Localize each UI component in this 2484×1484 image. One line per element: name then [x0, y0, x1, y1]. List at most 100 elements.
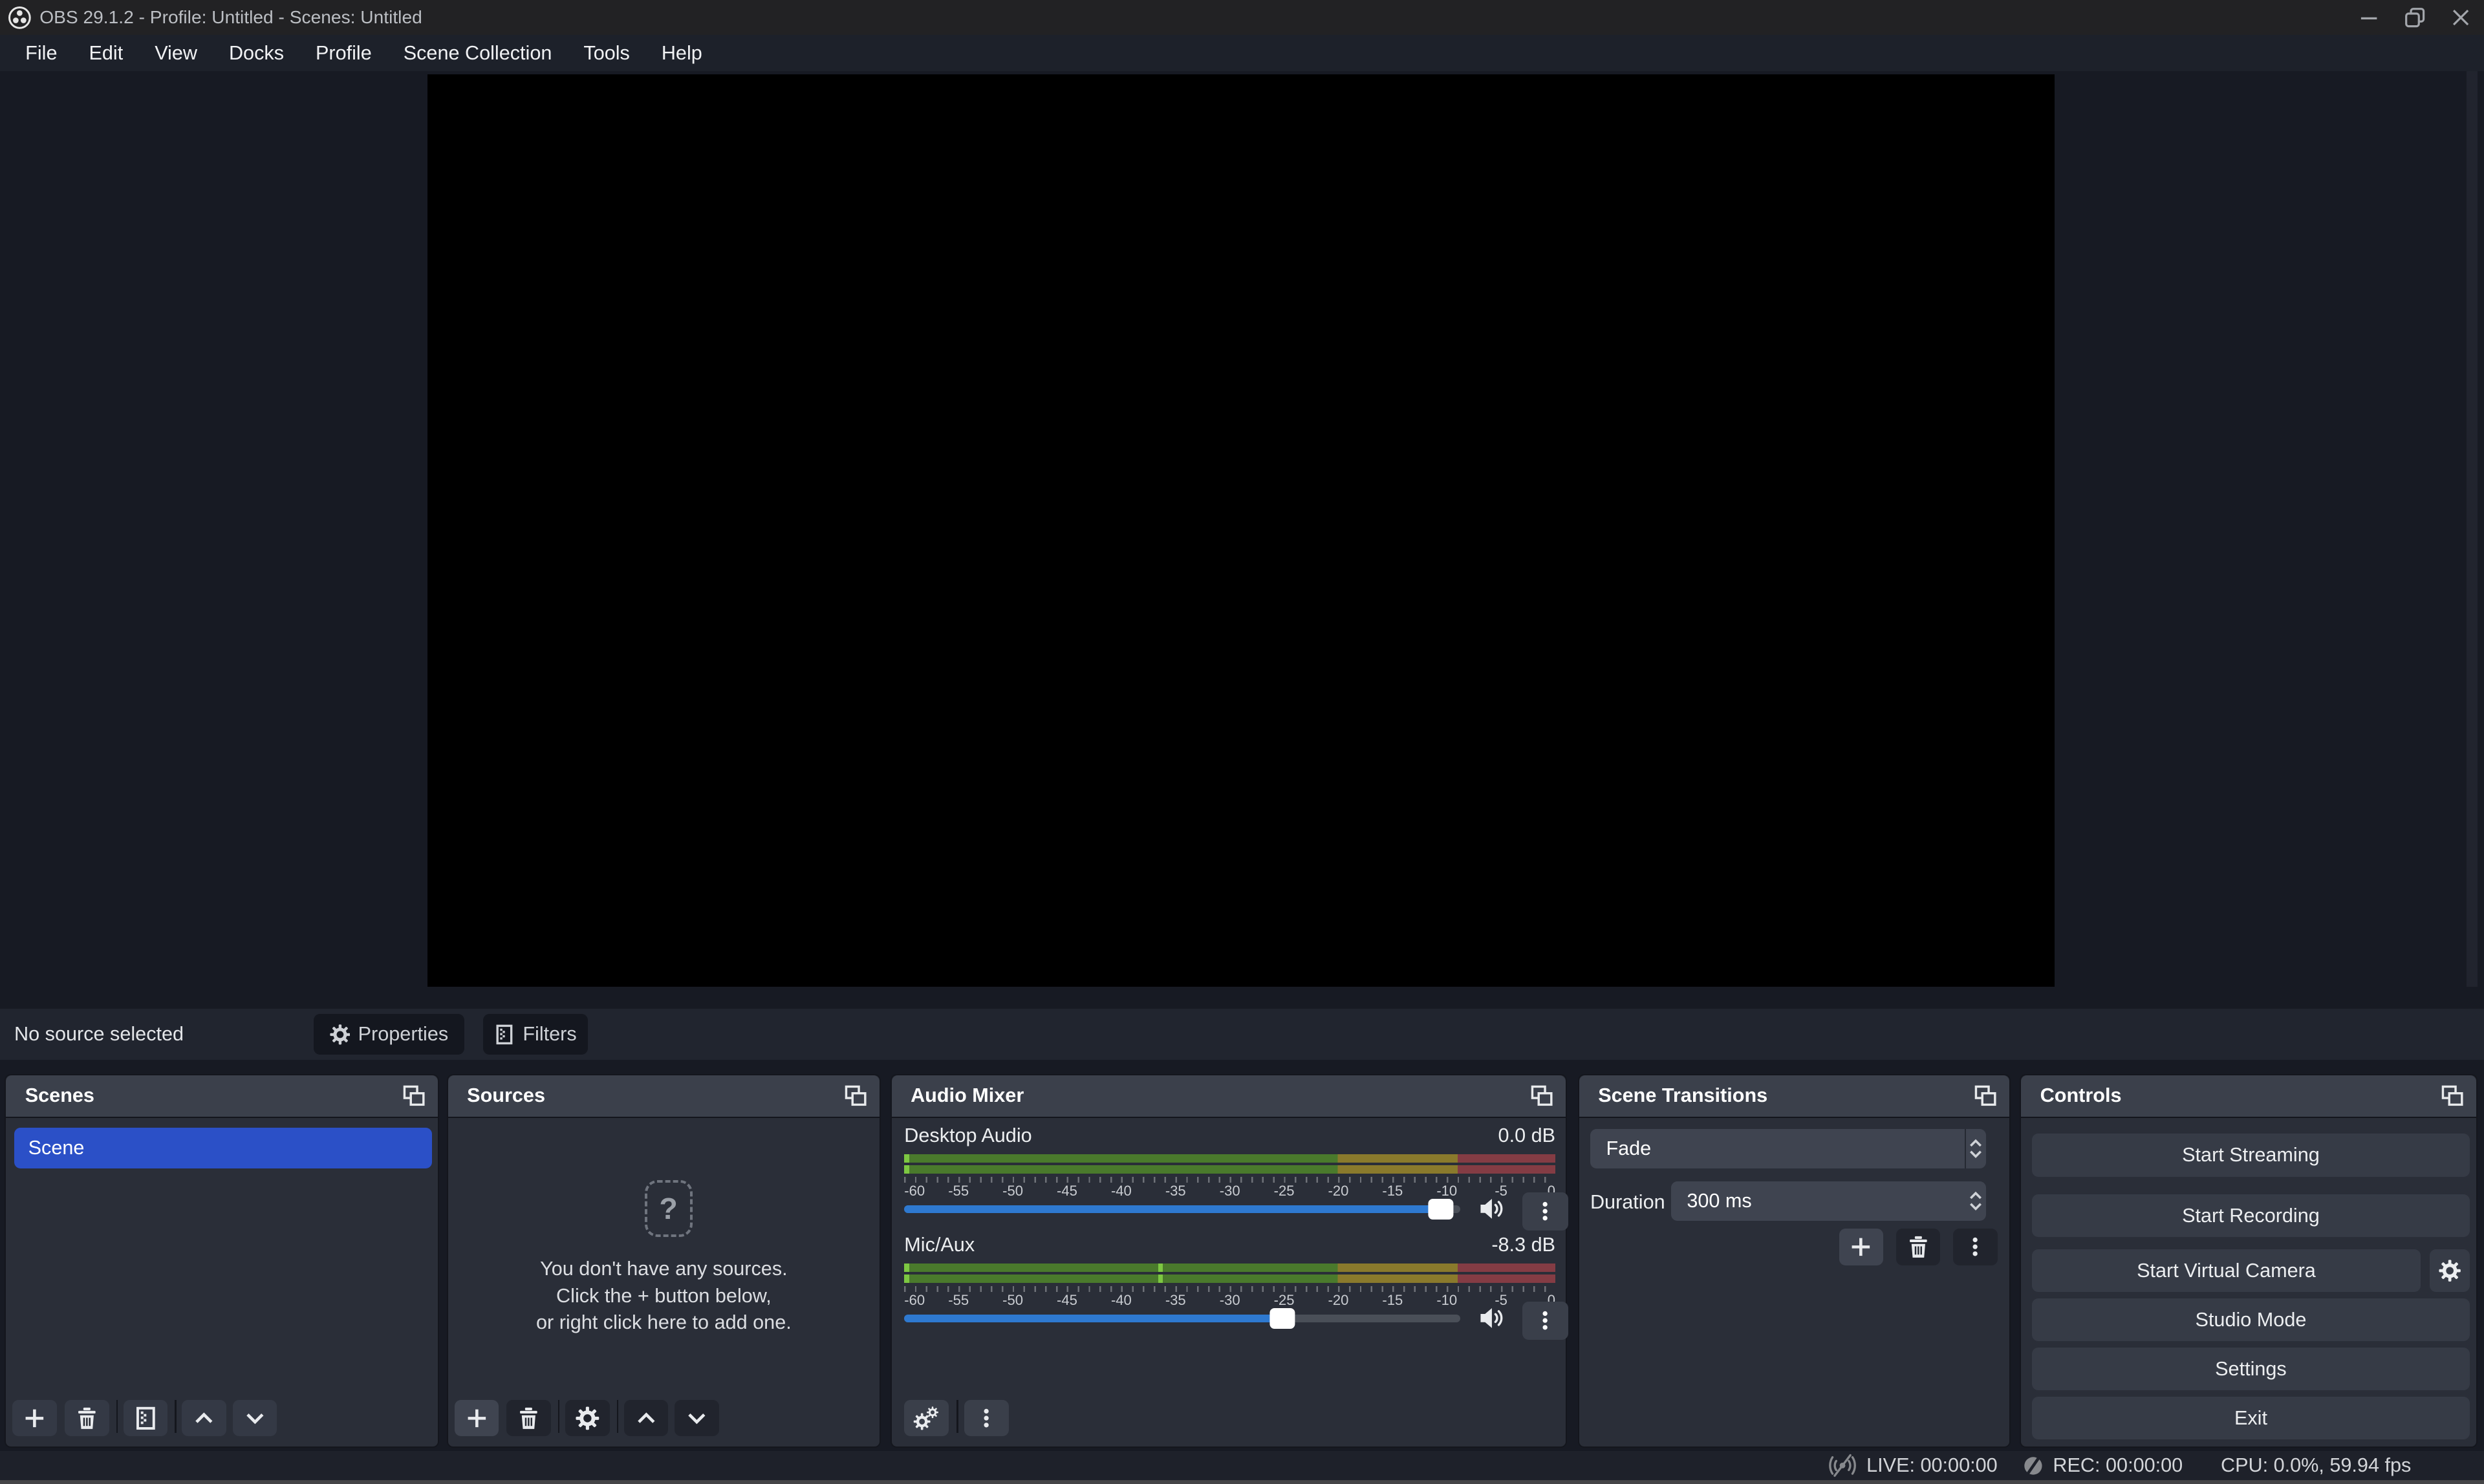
properties-label: Properties — [358, 1023, 449, 1046]
menu-profile[interactable]: Profile — [299, 35, 387, 71]
titlebar: OBS 29.1.2 - Profile: Untitled - Scenes:… — [0, 0, 2484, 35]
trash-icon — [1906, 1235, 1930, 1259]
volume-meter — [904, 1264, 1555, 1285]
scene-filters-button[interactable] — [124, 1400, 168, 1436]
source-toolbar: No source selected Properties Filters — [0, 1009, 2484, 1059]
mixer-menu-button[interactable] — [964, 1400, 1009, 1436]
popup-icon[interactable] — [2441, 1085, 2463, 1107]
controls-panel: Controls Start Streaming Start Recording… — [2020, 1074, 2478, 1448]
channel-name: Desktop Audio — [904, 1124, 1031, 1147]
start-recording-button[interactable]: Start Recording — [2032, 1194, 2469, 1237]
kebab-icon — [1534, 1200, 1556, 1222]
menu-tools[interactable]: Tools — [568, 35, 645, 71]
menu-docks[interactable]: Docks — [213, 35, 299, 71]
remove-transition-button[interactable] — [1896, 1229, 1941, 1265]
record-status-icon — [2023, 1456, 2044, 1476]
filters-icon — [494, 1024, 515, 1045]
mixer-channel-desktop-audio: Desktop Audio 0.0 dB -60-55-50-45-40-35-… — [904, 1124, 1555, 1234]
close-button[interactable] — [2438, 0, 2484, 35]
slider-handle[interactable] — [1428, 1199, 1453, 1220]
preview-area — [0, 71, 2484, 990]
scene-transitions-title: Scene Transitions — [1598, 1075, 1767, 1117]
gears-icon — [913, 1406, 940, 1430]
sources-panel: Sources ? You don't have any sources. Cl… — [447, 1074, 881, 1448]
popup-icon[interactable] — [403, 1085, 425, 1107]
add-scene-button[interactable] — [12, 1400, 57, 1436]
source-properties-button[interactable] — [565, 1400, 610, 1436]
transition-select[interactable]: Fade — [1590, 1129, 1986, 1168]
move-scene-up-button[interactable] — [182, 1400, 226, 1436]
channel-name: Mic/Aux — [904, 1234, 975, 1256]
volume-meter — [904, 1154, 1555, 1176]
gear-icon — [576, 1406, 599, 1430]
speaker-icon[interactable] — [1479, 1197, 1506, 1221]
source-status-text: No source selected — [14, 1009, 184, 1059]
trash-icon — [75, 1406, 99, 1430]
chevron-down-icon — [685, 1406, 709, 1430]
spinner-icon[interactable] — [1966, 1181, 1987, 1221]
controls-header: Controls — [2021, 1075, 2476, 1118]
filters-button[interactable]: Filters — [483, 1014, 588, 1055]
menu-view[interactable]: View — [139, 35, 213, 71]
kebab-icon — [1964, 1236, 1986, 1258]
plus-icon — [1849, 1235, 1873, 1259]
popup-icon[interactable] — [1974, 1085, 1996, 1107]
remove-source-button[interactable] — [506, 1400, 551, 1436]
slider-handle[interactable] — [1269, 1308, 1295, 1329]
add-source-button[interactable] — [455, 1400, 499, 1436]
scene-transitions-header: Scene Transitions — [1579, 1075, 2009, 1118]
rec-time: REC: 00:00:00 — [2053, 1454, 2183, 1477]
empty-line-1: You don't have any sources. — [448, 1256, 880, 1283]
duration-input[interactable]: 300 ms — [1671, 1181, 1986, 1221]
docks-area: Scenes Scene Sources ? You don't have an… — [0, 1074, 2484, 1451]
window-controls — [2346, 0, 2484, 35]
channel-menu-button[interactable] — [1522, 1302, 1568, 1340]
advanced-audio-button[interactable] — [904, 1400, 949, 1436]
menu-help[interactable]: Help — [645, 35, 718, 71]
menu-file[interactable]: File — [10, 35, 73, 71]
properties-button[interactable]: Properties — [314, 1014, 464, 1055]
obs-logo-icon — [8, 6, 32, 30]
audio-mixer-title: Audio Mixer — [911, 1075, 1024, 1117]
scenes-panel: Scenes Scene — [5, 1074, 438, 1448]
minimize-icon — [2358, 6, 2380, 28]
restore-button[interactable] — [2392, 0, 2438, 35]
volume-slider[interactable] — [904, 1199, 1460, 1220]
scene-list-item[interactable]: Scene — [14, 1128, 433, 1169]
add-transition-button[interactable] — [1839, 1229, 1884, 1265]
popup-icon[interactable] — [845, 1085, 867, 1107]
scene-name: Scene — [28, 1128, 85, 1169]
speaker-icon[interactable] — [1479, 1306, 1506, 1330]
spinner-icon[interactable] — [1965, 1129, 1987, 1168]
exit-button[interactable]: Exit — [2032, 1397, 2469, 1439]
gear-icon — [330, 1024, 351, 1045]
start-virtual-camera-button[interactable]: Start Virtual Camera — [2032, 1249, 2420, 1292]
channel-menu-button[interactable] — [1522, 1192, 1568, 1231]
window-bottom-edge — [0, 1480, 2484, 1484]
menu-edit[interactable]: Edit — [73, 35, 139, 71]
popup-icon[interactable] — [1531, 1085, 1553, 1107]
toolbar-separator — [956, 1400, 958, 1433]
volume-slider[interactable] — [904, 1308, 1460, 1329]
scene-transitions-panel: Scene Transitions Fade Duration 300 ms — [1578, 1074, 2011, 1448]
stream-status-icon — [1828, 1454, 1857, 1478]
audio-mixer-panel: Audio Mixer Desktop Audio 0.0 dB -60-55-… — [891, 1074, 1567, 1448]
preview-canvas[interactable] — [427, 74, 2055, 987]
minimize-button[interactable] — [2346, 0, 2392, 35]
move-source-down-button[interactable] — [675, 1400, 719, 1436]
settings-button[interactable]: Settings — [2032, 1348, 2469, 1390]
plus-icon — [465, 1406, 489, 1430]
transition-menu-button[interactable] — [1953, 1229, 1998, 1265]
meter-scale: -60-55-50-45-40-35-30-25-20-15-10-50 — [904, 1292, 1555, 1309]
mixer-channel-mic-aux: Mic/Aux -8.3 dB -60-55-50-45-40-35-30-25… — [904, 1234, 1555, 1343]
virtual-camera-settings-button[interactable] — [2430, 1249, 2469, 1292]
menu-scene-collection[interactable]: Scene Collection — [387, 35, 568, 71]
gear-icon — [2439, 1260, 2461, 1282]
move-scene-down-button[interactable] — [233, 1400, 277, 1436]
move-source-up-button[interactable] — [624, 1400, 669, 1436]
studio-mode-button[interactable]: Studio Mode — [2032, 1298, 2469, 1341]
remove-scene-button[interactable] — [65, 1400, 109, 1436]
toolbar-separator — [617, 1400, 618, 1433]
chevron-up-icon — [192, 1406, 216, 1430]
start-streaming-button[interactable]: Start Streaming — [2032, 1134, 2469, 1176]
